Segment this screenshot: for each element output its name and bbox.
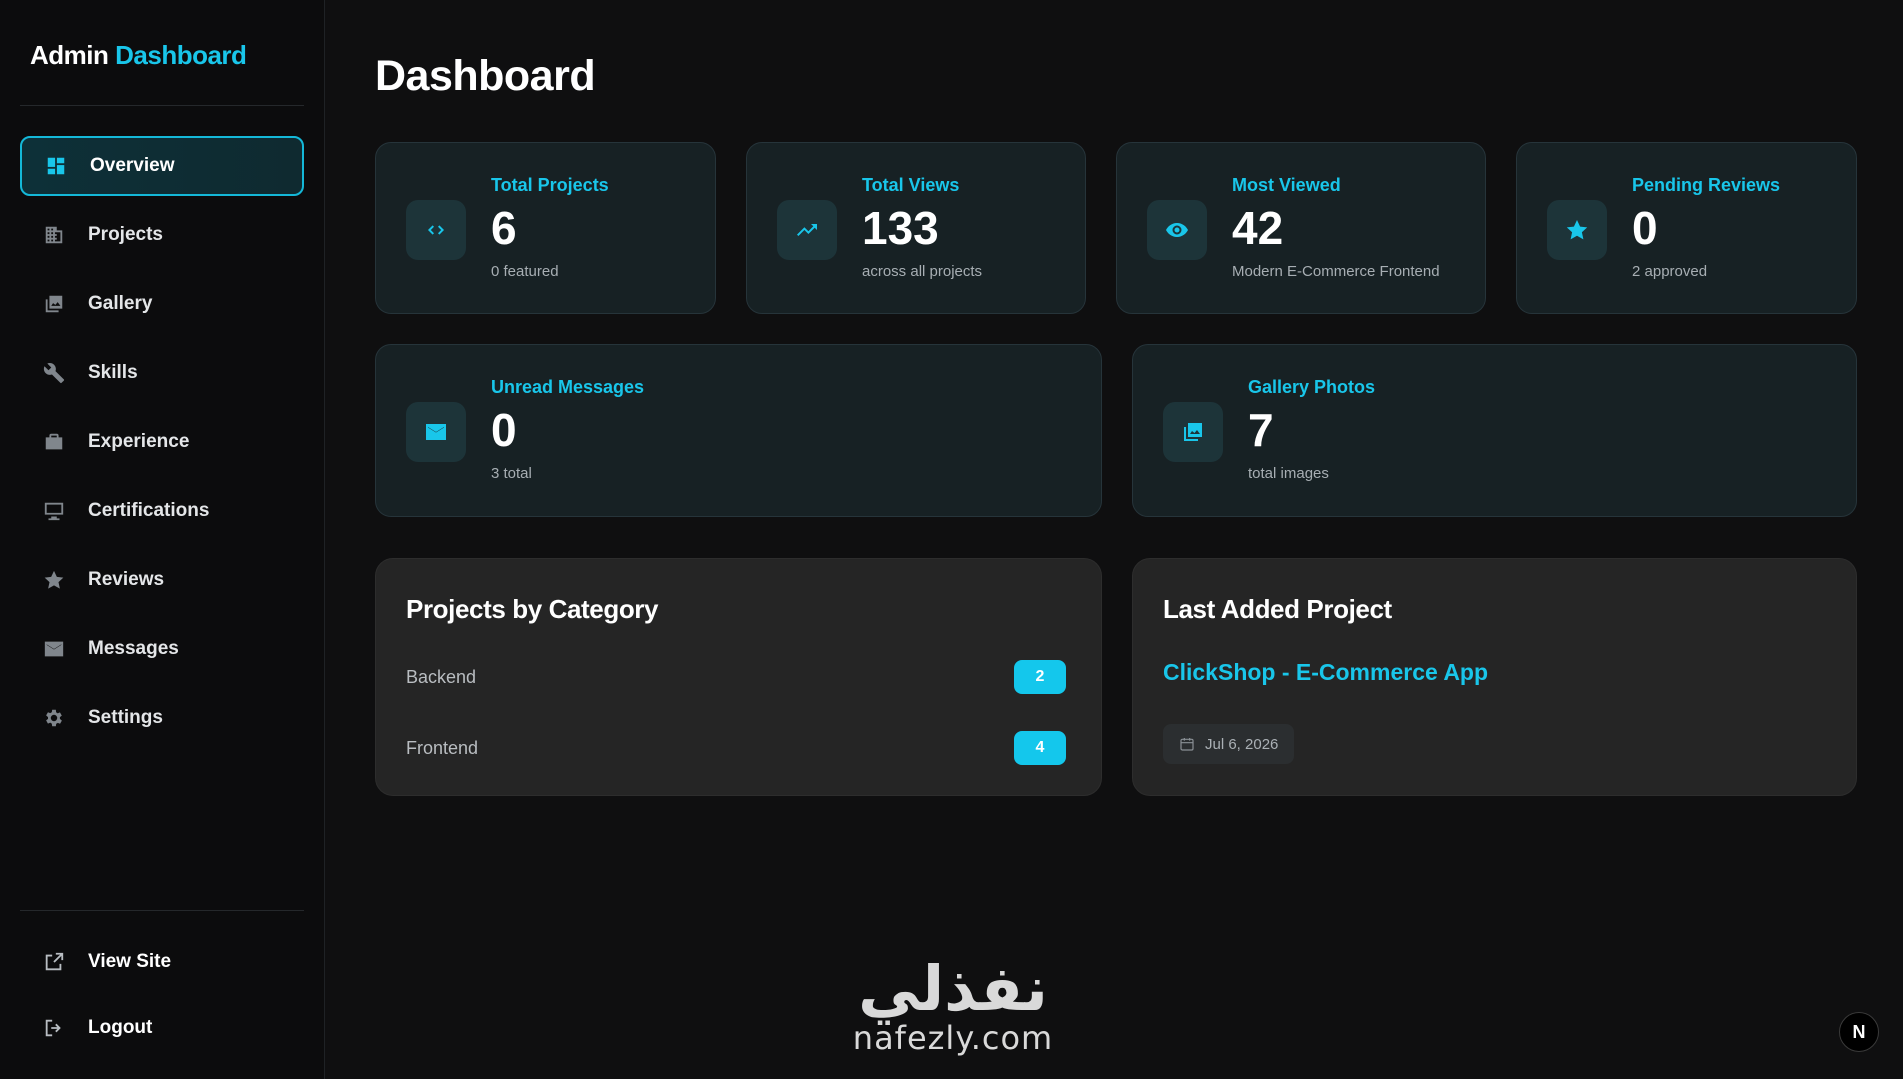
last-added-project-panel: Last Added Project ClickShop - E-Commerc… [1132,558,1857,796]
sidebar-item-gallery[interactable]: Gallery [20,274,304,334]
panel-title: Projects by Category [406,594,659,624]
sidebar-footer: View Site Logout [20,932,304,1067]
photos-icon [42,292,66,316]
brand-part-admin: Admin [30,40,109,70]
watermark-latin: nafezly.com [852,1019,1054,1057]
external-link-icon [42,950,66,974]
briefcase-icon [42,430,66,454]
panel-title: Last Added Project [1163,594,1392,624]
stat-value: 6 [491,202,517,254]
sidebar-item-label: Reviews [88,569,165,590]
stat-card-unread-messages: Unread Messages 0 3 total [375,344,1102,517]
watermark-arabic: نفذلي [858,952,1048,1025]
logout-label: Logout [88,1017,153,1038]
stat-label: Pending Reviews [1632,175,1781,195]
sidebar-divider-bottom [20,910,304,911]
stat-value: 0 [491,404,517,456]
stat-card-pending-reviews: Pending Reviews 0 2 approved [1516,142,1857,314]
stat-value: 42 [1232,202,1284,254]
mail-icon [406,402,466,462]
view-site-label: View Site [88,951,172,972]
stat-value: 133 [862,202,939,254]
sidebar-nav: Overview Projects Gallery Skills Experie… [20,136,304,757]
projects-by-category-panel: Projects by Category Backend 2 Frontend … [375,558,1102,796]
calendar-icon [1180,738,1194,751]
stat-card-total-views: Total Views 133 across all projects [746,142,1086,314]
sidebar-item-label: Certifications [88,500,210,521]
sidebar-item-experience[interactable]: Experience [20,412,304,472]
category-name: Backend [406,666,477,687]
stat-subtext: 0 featured [491,263,559,280]
category-name: Frontend [406,737,479,758]
stat-label: Most Viewed [1232,175,1341,195]
category-row-backend: Backend 2 [406,659,1066,695]
star-icon [42,568,66,592]
stat-subtext: total images [1248,465,1329,482]
sidebar-item-label: Messages [88,638,179,659]
project-date: Jul 6, 2026 [1205,735,1279,753]
stat-subtext: Modern E-Commerce Frontend [1232,263,1440,280]
logout-icon [42,1016,66,1040]
page-title: Dashboard [375,52,596,100]
stat-subtext: 3 total [491,465,532,482]
trending-up-icon [777,200,837,260]
sidebar-item-label: Projects [88,224,163,245]
brand-part-dashboard: Dashboard [115,40,247,70]
star-icon [1547,200,1607,260]
building-icon [42,223,66,247]
stat-subtext: 2 approved [1632,263,1708,280]
category-row-frontend: Frontend 4 [406,730,1066,766]
photos-icon [1163,402,1223,462]
sidebar-item-overview[interactable]: Overview [20,136,304,196]
stat-label: Gallery Photos [1248,377,1376,397]
gear-icon [42,706,66,730]
stat-card-total-projects: Total Projects 6 0 featured [375,142,716,314]
brand-logo[interactable]: Admin Dashboard [30,40,247,71]
stat-label: Total Views [862,175,960,195]
watermark-logo: نفذلي nafezly.com [838,952,1068,1057]
sidebar-item-messages[interactable]: Messages [20,619,304,679]
sidebar-item-label: Settings [88,707,163,728]
stat-card-most-viewed: Most Viewed 42 Modern E-Commerce Fronten… [1116,142,1486,314]
sidebar-item-label: Gallery [88,293,153,314]
stat-subtext: across all projects [862,263,983,280]
category-count-badge: 2 [1014,660,1066,694]
sidebar: Admin Dashboard Overview Projects Galler… [0,0,325,1079]
eye-icon [1147,200,1207,260]
wrench-icon [42,361,66,385]
stat-value: 7 [1248,404,1274,456]
sidebar-item-label: Overview [90,155,175,176]
stat-value: 0 [1632,202,1658,254]
sidebar-item-label: Skills [88,362,138,383]
stat-label: Total Projects [491,175,609,195]
stat-label: Unread Messages [491,377,645,397]
grid-icon [44,154,68,178]
mail-icon [42,637,66,661]
stat-card-gallery-photos: Gallery Photos 7 total images [1132,344,1857,517]
logout-button[interactable]: Logout [20,998,304,1058]
project-date-chip: Jul 6, 2026 [1163,724,1295,764]
sidebar-divider-top [20,105,304,106]
sidebar-item-certifications[interactable]: Certifications [20,481,304,541]
last-project-link[interactable]: ClickShop - E-Commerce App [1163,659,1488,686]
dev-tools-badge[interactable]: N [1839,1012,1879,1052]
sidebar-item-label: Experience [88,431,190,452]
sidebar-item-projects[interactable]: Projects [20,205,304,265]
code-icon [406,200,466,260]
sidebar-item-settings[interactable]: Settings [20,688,304,748]
sidebar-item-reviews[interactable]: Reviews [20,550,304,610]
category-count-badge: 4 [1014,731,1066,765]
view-site-link[interactable]: View Site [20,932,304,992]
monitor-icon [42,499,66,523]
sidebar-item-skills[interactable]: Skills [20,343,304,403]
